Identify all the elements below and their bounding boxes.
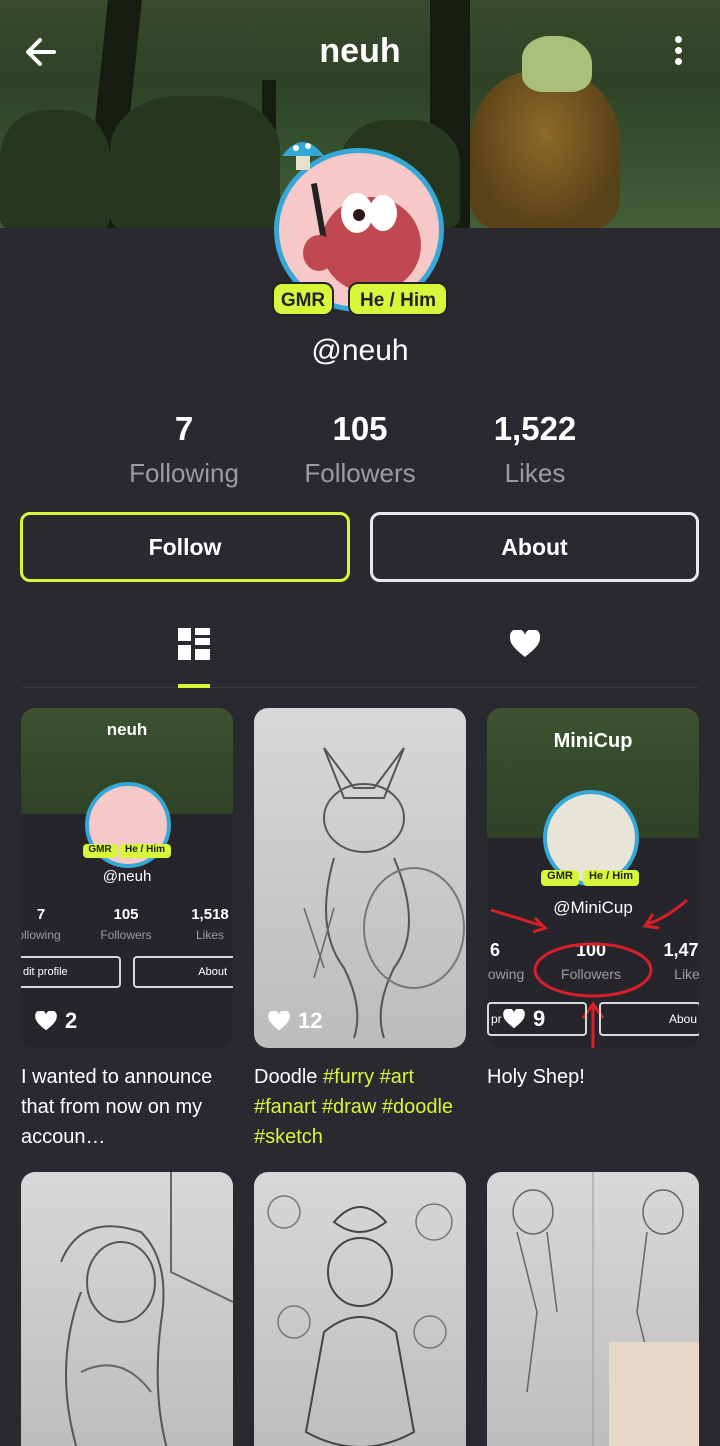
sketch-image <box>267 1195 453 1446</box>
stat-followers[interactable]: 105 Followers <box>270 410 450 489</box>
post-card[interactable] <box>254 1172 466 1446</box>
thumb-stat-value: 105 <box>113 906 139 923</box>
like-count: 12 <box>268 1008 322 1034</box>
like-count: 9 <box>503 1006 545 1032</box>
stat-value: 105 <box>332 410 388 447</box>
hashtag[interactable]: #doodle <box>382 1096 453 1118</box>
stat-label: Following <box>129 458 239 488</box>
badge-pronouns: He / Him <box>348 282 448 316</box>
thumb-button: About <box>133 956 233 988</box>
post-caption: Holy Shep! <box>487 1066 585 1088</box>
thumb-handle: @neuh <box>102 868 152 885</box>
post-card[interactable]: MiniCup GMR He / Him @MiniCup 6 owing 10… <box>487 708 699 1048</box>
hashtag[interactable]: #draw <box>322 1096 376 1118</box>
mushroom-icon <box>278 134 328 174</box>
badge-gmr: GMR <box>272 282 334 316</box>
hashtag[interactable]: #art <box>380 1066 414 1088</box>
like-count-value: 12 <box>298 1008 323 1033</box>
thumb-badge: He / Him <box>119 844 171 858</box>
page-title: neuh <box>319 32 401 70</box>
hashtag[interactable]: #furry <box>323 1066 374 1088</box>
post-card[interactable]: 12 <box>254 708 466 1048</box>
stat-label: Likes <box>504 458 566 488</box>
follow-button[interactable]: Follow <box>20 512 350 582</box>
stat-value: 7 <box>174 410 194 447</box>
tab-liked[interactable] <box>482 612 582 688</box>
heart-icon <box>268 1011 290 1031</box>
thumb-stat-label: Followers <box>100 928 152 942</box>
sketch-image <box>303 747 465 1039</box>
top-bar: neuh <box>0 14 720 90</box>
caption-text: Doodle <box>254 1066 318 1088</box>
thumb-title: neuh <box>106 720 148 739</box>
thumb-stat-label: ollowing <box>21 928 61 942</box>
post-caption: I wanted to announce that from now on my… <box>21 1066 213 1148</box>
thumb-badge: GMR <box>541 870 579 886</box>
post-card[interactable] <box>21 1172 233 1446</box>
heart-icon <box>503 1009 525 1029</box>
thumb-button: dit profile <box>21 956 121 988</box>
hashtag[interactable]: #fanart <box>254 1096 316 1118</box>
stat-label: Followers <box>304 458 416 488</box>
like-count: 2 <box>35 1008 77 1034</box>
profile-avatar[interactable]: GMR He / Him <box>272 140 448 316</box>
grid-icon <box>178 628 210 660</box>
like-count-value: 9 <box>533 1006 546 1031</box>
thumb-button: Abou <box>599 1002 699 1036</box>
more-options-icon[interactable] <box>664 34 692 74</box>
post-card[interactable] <box>487 1172 699 1446</box>
post-card[interactable]: neuh GMR He / Him @neuh 7 ollowing 105 F… <box>21 708 233 1048</box>
tab-posts[interactable] <box>150 612 250 688</box>
thumb-stat-value: 1,518 <box>191 906 229 923</box>
thumb-title: MiniCup <box>553 730 633 752</box>
stat-value: 1,522 <box>493 410 577 447</box>
sketch-image <box>60 1172 233 1446</box>
hashtag[interactable]: #sketch <box>254 1126 323 1148</box>
heart-icon <box>510 630 540 657</box>
stat-following[interactable]: 7 Following <box>94 410 274 489</box>
like-count-value: 2 <box>65 1008 78 1033</box>
sketch-image <box>512 1172 699 1446</box>
about-button[interactable]: About <box>370 512 699 582</box>
post-caption: Doodle #furry #art #fanart #draw #doodle… <box>254 1062 468 1152</box>
content-tabs <box>22 612 698 688</box>
profile-handle: @neuh <box>311 334 409 367</box>
thumb-badge: He / Him <box>583 870 639 886</box>
thumb-badge: GMR <box>83 844 117 858</box>
thumb-stat-label: Likes <box>195 928 224 942</box>
thumb-stat-value: 7 <box>36 906 46 923</box>
heart-icon <box>35 1011 57 1031</box>
stat-likes[interactable]: 1,522 Likes <box>445 410 625 489</box>
